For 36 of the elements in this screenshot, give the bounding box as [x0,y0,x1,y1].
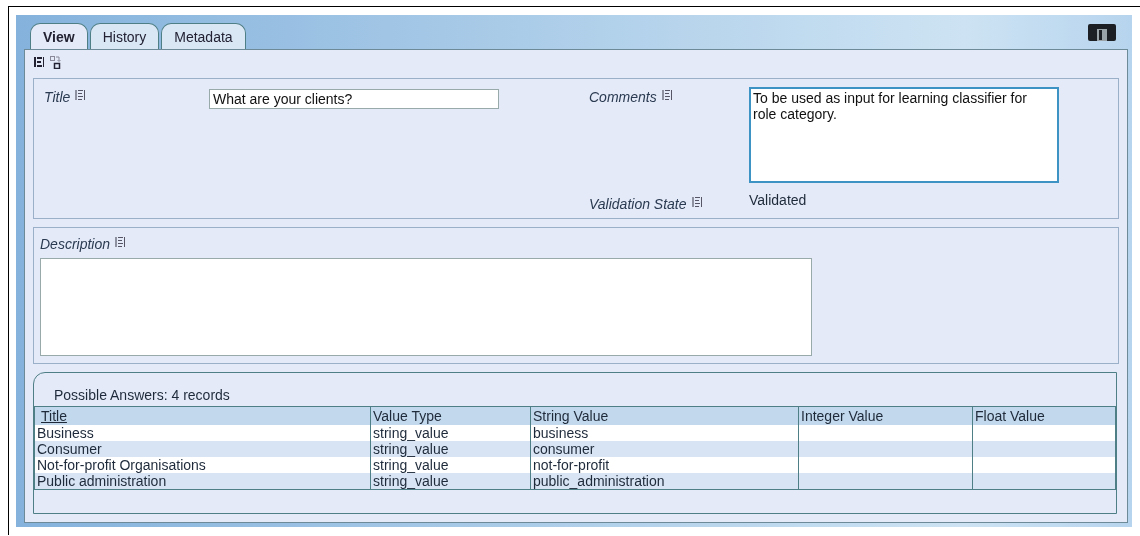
column-header: Float Value [972,406,1116,425]
table-cell: public_administration [530,473,799,490]
title-field[interactable]: What are your clients? [209,89,499,109]
description-field[interactable] [40,258,812,356]
table-cell: not-for-profit [530,457,799,473]
details-icon[interactable] [690,196,703,208]
column-header[interactable]: Title [37,408,67,424]
comments-field[interactable]: To be used as input for learning classifier for role category. [749,87,1059,183]
export-icon[interactable] [49,55,61,69]
table-cell: Business [34,425,371,441]
tab[interactable]: View [30,23,88,50]
details-icon[interactable] [33,56,45,68]
table-cell: string_value [370,441,531,457]
tab[interactable]: History [89,23,160,49]
details-icon[interactable] [114,236,127,248]
table-cell: Public administration [34,473,371,490]
table-cell: Not-for-profit Organisations [34,457,371,473]
details-icon[interactable] [74,89,87,101]
table-cell: Consumer [34,441,371,457]
column-header: Integer Value [798,406,973,425]
validation-value: Validated [749,192,808,208]
table-caption: Possible Answers: 4 records [53,387,230,403]
field-label: Title [44,89,209,189]
field-label: Comments [589,89,749,189]
table-cell: string_value [370,473,531,490]
column-header: String Value [530,406,799,425]
table-cell: string_value [370,457,531,473]
table-cell: string_value [370,425,531,441]
details-icon[interactable] [660,89,673,101]
field-label: Description [40,236,127,252]
tab[interactable]: Metadata [161,23,246,49]
field-label: Validation State [589,196,749,212]
save-icon[interactable] [1088,24,1116,41]
table-cell: business [530,425,799,441]
table-cell: consumer [530,441,799,457]
column-header: Value Type [370,406,531,425]
